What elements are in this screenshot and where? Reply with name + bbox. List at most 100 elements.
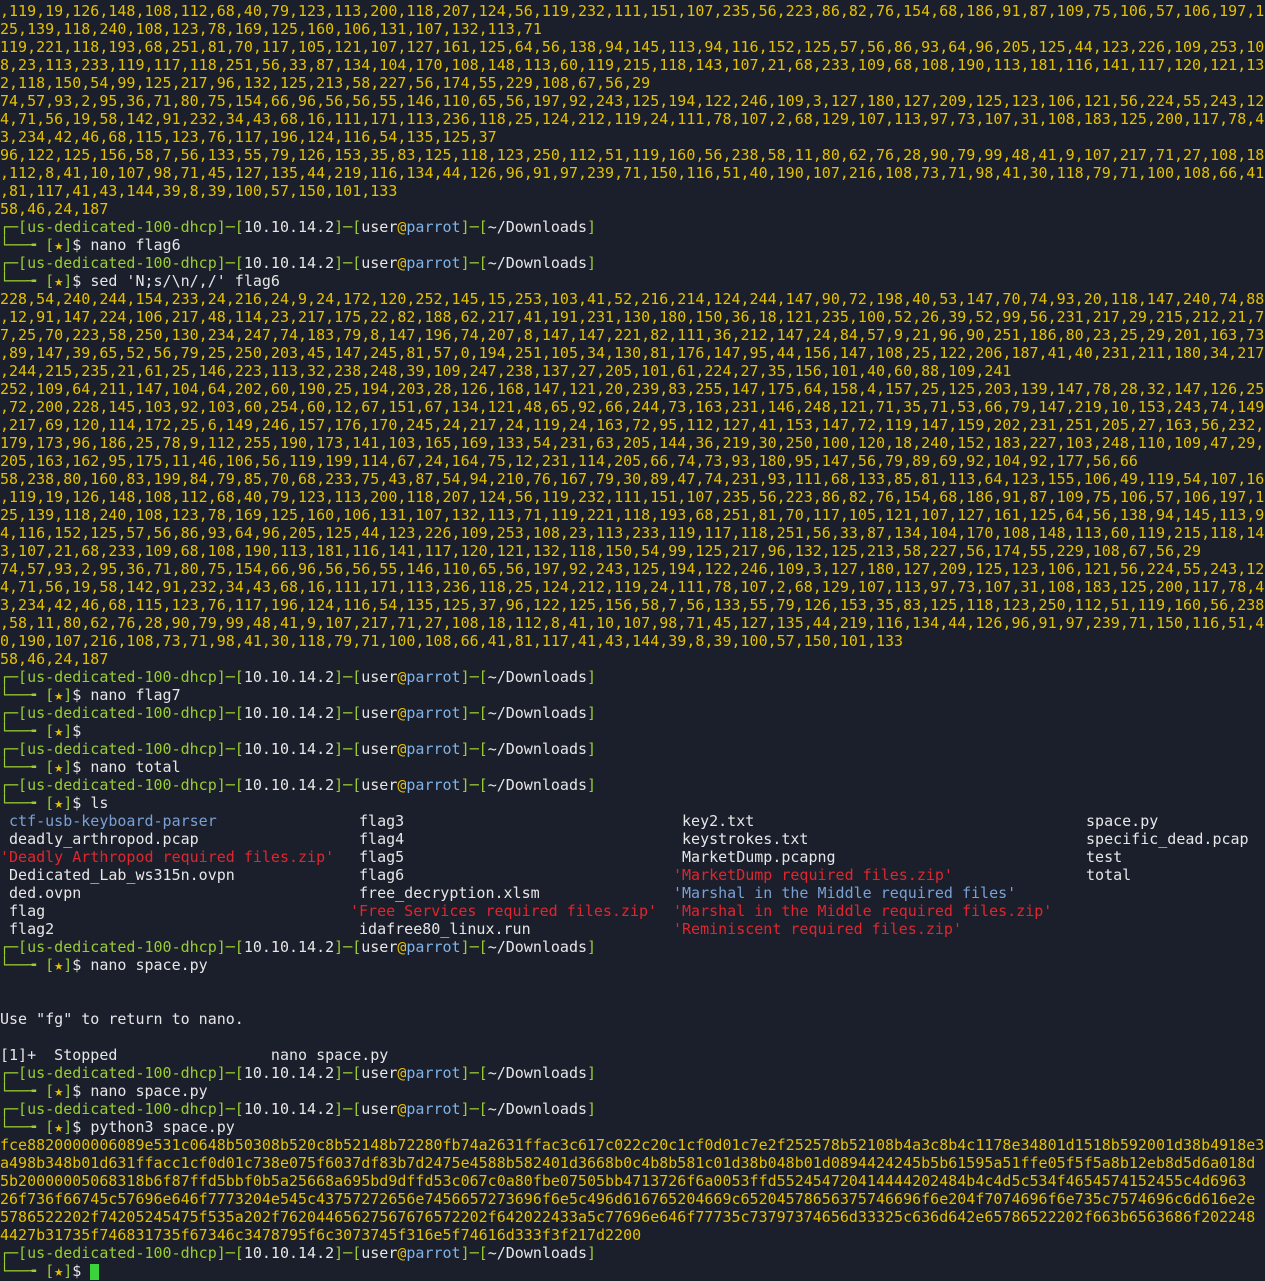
prompt-decoration: ]─[ [334,776,362,794]
prompt-decoration: ┌─[ [0,1064,28,1082]
ls-cell [1077,902,1265,920]
prompt-decoration: ]─[ [460,740,488,758]
prompt-decoration: ]─[ [334,938,362,956]
prompt-decoration: ]─[ [216,254,244,272]
ls-entry[interactable]: 'Marshal in the Middle required files.zi… [673,902,1052,920]
prompt-decoration: ┌─[ [0,938,28,956]
ls-cell: 'Marshal in the Middle required files' [673,884,1077,902]
prompt-decoration: ]─[ [460,1100,488,1118]
prompt-symbol: $ [72,758,91,776]
ls-entry[interactable]: 'MarketDump required files.zip' [673,866,953,884]
ls-entry[interactable]: specific_dead.pcap [1086,830,1249,848]
prompt-block: ┌─[us-dedicated-100-dhcp]─[10.10.14.2]─[… [0,776,1265,812]
prompt-decoration: ]─[ [216,1244,244,1262]
output-line: ,112,8,41,10,107,98,71,45,127,135,44,219… [0,164,1265,182]
ls-entry[interactable]: flag6 [359,866,404,884]
ls-cell [1077,920,1265,938]
prompt-decoration: ]─[ [460,668,488,686]
prompt-decoration: ]─[ [334,1244,362,1262]
output-line: 4,116,152,125,57,56,86,93,64,96,205,125,… [0,524,1265,542]
ls-entry[interactable]: MarketDump.pcapng [682,848,836,866]
ls-entry[interactable]: free_decryption.xlsm [359,884,540,902]
prompt-cwd: ~/Downloads [487,938,588,956]
prompt-ip: 10.10.14.2 [243,704,335,722]
prompt-decoration: ]─[ [460,776,488,794]
ls-entry[interactable]: flag4 [359,830,404,848]
prompt-host: us-dedicated-100-dhcp [27,1064,217,1082]
output-line: ,244,215,235,21,61,25,146,223,113,32,238… [0,362,1012,380]
ls-cell: keystrokes.txt [673,830,1077,848]
prompt-block: ┌─[us-dedicated-100-dhcp]─[10.10.14.2]─[… [0,704,1265,740]
command-text: sed 'N;s/\n/,/' flag6 [90,272,280,290]
prompt-decoration: ┌─[ [0,218,28,236]
prompt-user: user [361,776,398,794]
prompt-decoration: ] [63,956,73,974]
star-icon: ★ [54,1082,64,1100]
ls-cell: MarketDump.pcapng [673,848,1077,866]
ls-entry[interactable]: total [1086,866,1131,884]
output-line: 8,23,113,233,119,117,118,251,56,33,87,13… [0,56,1265,74]
ls-row: deadly_arthropod.pcap flag4 keystrokes.t… [0,830,1265,848]
prompt-header: ┌─[us-dedicated-100-dhcp]─[10.10.14.2]─[… [0,668,1265,686]
ls-entry[interactable]: key2.txt [682,812,754,830]
ls-entry[interactable]: deadly_arthropod.pcap [9,830,199,848]
prompt-decoration: ]─[ [216,776,244,794]
prompt-block: ┌─[us-dedicated-100-dhcp]─[10.10.14.2]─[… [0,1100,1265,1136]
ls-entry[interactable]: flag2 [9,920,54,938]
prompt-header: ┌─[us-dedicated-100-dhcp]─[10.10.14.2]─[… [0,1064,1265,1082]
ls-entry[interactable]: keystrokes.txt [682,830,808,848]
ls-entry[interactable]: 'Deadly Arthropod required files.zip' [0,848,334,866]
ls-entry[interactable]: idafree80_linux.run [359,920,531,938]
prompt-symbol: $ [72,1262,91,1280]
ls-cell: deadly_arthropod.pcap [0,830,350,848]
ls-cell: flag2 [0,920,350,938]
ls-row: Dedicated_Lab_ws315n.ovpn flag6 'MarketDu… [0,866,1265,884]
prompt-decoration: ] [587,668,597,686]
job-status-line: [1]+ Stopped nano space.py [0,1046,389,1064]
ls-entry[interactable]: ctf-usb-keyboard-parser [9,812,217,830]
ls-entry[interactable]: space.py [1086,812,1158,830]
ls-cell: flag3 [350,812,673,830]
output-line: 205,163,162,95,175,11,46,106,56,119,199,… [0,452,1138,470]
ls-cell: total [1077,866,1265,884]
ls-entry[interactable]: 'Reminiscent required files.zip' [673,920,962,938]
ls-entry[interactable]: Dedicated_Lab_ws315n.ovpn [9,866,235,884]
ls-entry[interactable]: ded.ovpn [9,884,81,902]
output-line: 25,139,118,240,108,123,78,169,125,160,10… [0,506,1265,524]
ls-entry[interactable]: 'Marshal in the Middle required files' [673,884,1016,902]
prompt-decoration: └──╼ [ [0,1082,55,1100]
prompt-user: user [361,740,398,758]
prompt-block: ┌─[us-dedicated-100-dhcp]─[10.10.14.2]─[… [0,1064,1265,1100]
prompt-input-line: └──╼ [★]$ nano space.py [0,956,1265,974]
prompt-machine: parrot [406,1100,461,1118]
output-block-numbers-1: ,119,19,126,148,108,112,68,40,79,123,113… [0,2,1265,218]
prompt-decoration: ]─[ [216,704,244,722]
prompt-decoration: ]─[ [216,1100,244,1118]
terminal[interactable]: ,119,19,126,148,108,112,68,40,79,123,113… [0,0,1265,1280]
prompt-decoration: ] [587,704,597,722]
prompt-ip: 10.10.14.2 [243,776,335,794]
star-icon: ★ [54,272,64,290]
prompt-cwd: ~/Downloads [487,1100,588,1118]
ls-row: flag2 idafree80_linux.run 'Reminiscent re… [0,920,1265,938]
ls-entry[interactable]: 'Free Services required files.zip' [350,902,657,920]
prompt-header: ┌─[us-dedicated-100-dhcp]─[10.10.14.2]─[… [0,776,1265,794]
prompt-decoration: ┌─[ [0,776,28,794]
output-line: 58,46,24,187 [0,200,109,218]
output-line: ,119,19,126,148,108,112,68,40,79,123,113… [0,488,1265,506]
output-line: 119,221,118,193,68,251,81,70,117,105,121… [0,38,1265,56]
ls-cell: Dedicated_Lab_ws315n.ovpn [0,866,350,884]
prompt-decoration: ]─[ [216,1064,244,1082]
terminal-cursor[interactable] [90,1263,100,1280]
output-line: 3,107,21,68,233,109,68,108,190,113,181,1… [0,542,1202,560]
ls-entry[interactable]: test [1086,848,1122,866]
ls-entry[interactable]: flag3 [359,812,404,830]
ls-cell: flag4 [350,830,673,848]
output-line: 96,122,125,156,58,7,56,133,55,79,126,153… [0,146,1265,164]
prompt-decoration: └──╼ [ [0,272,55,290]
prompt-decoration: ]─[ [334,740,362,758]
ls-cell: specific_dead.pcap [1077,830,1265,848]
ls-entry[interactable]: flag5 [359,848,404,866]
ls-entry[interactable]: flag [9,902,45,920]
